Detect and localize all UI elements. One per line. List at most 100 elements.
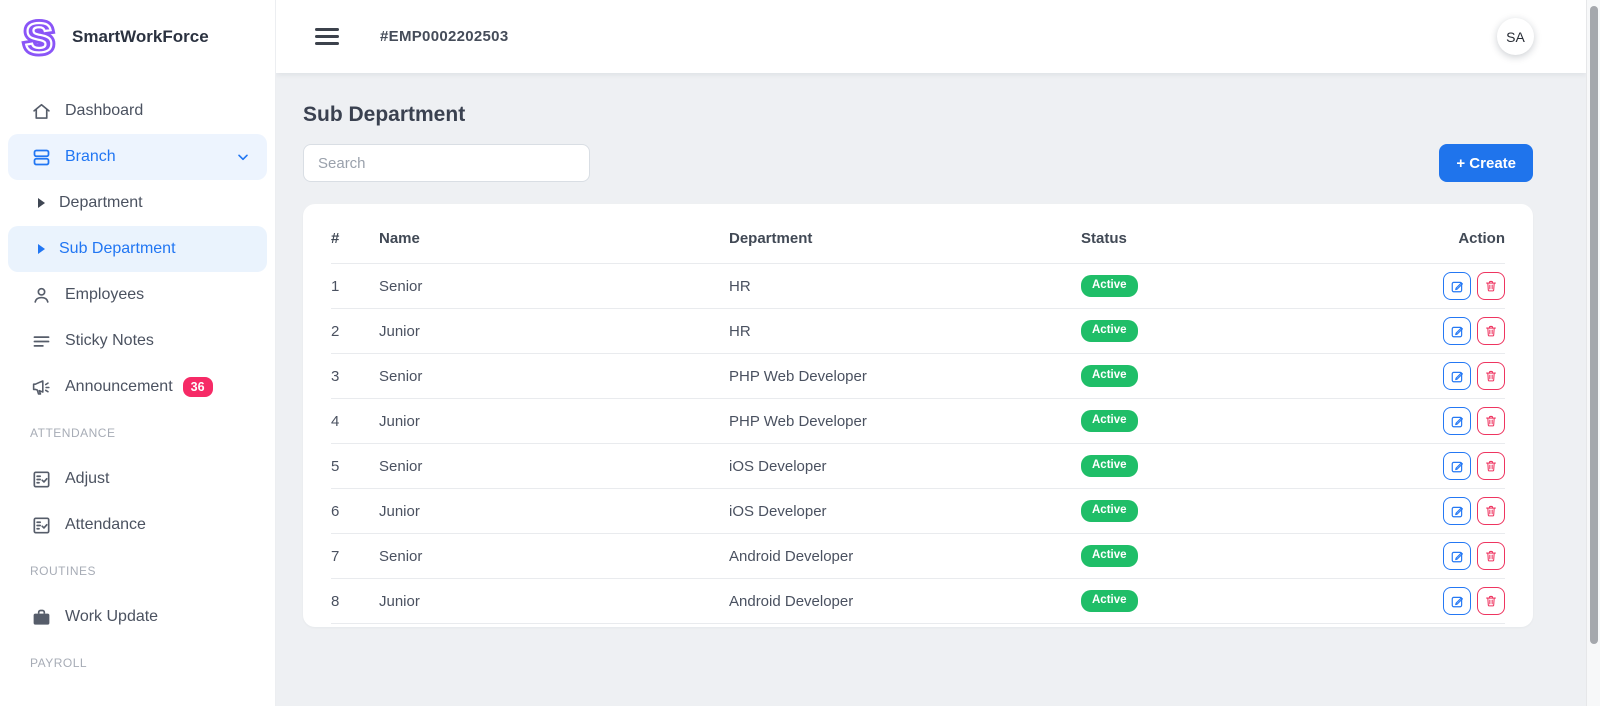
app-logo-icon: S S [16,14,62,60]
scrollbar-track [1586,0,1600,706]
sidebar-section-payroll: PAYROLL [0,640,275,686]
column-header-status: Status [1081,204,1434,264]
row-name: Senior [379,354,729,399]
status-badge: Active [1081,590,1138,612]
edit-button[interactable] [1443,407,1471,435]
brand-header: S S SmartWorkForce [0,0,275,88]
row-num: 9 [331,624,379,628]
sidebar-item-label: Employees [65,286,144,304]
edit-button[interactable] [1443,497,1471,525]
sidebar-item-branch[interactable]: Branch [8,134,267,180]
status-badge: Active [1081,410,1138,432]
announcement-count-badge: 36 [183,377,213,397]
table-row: 2 Junior HR Active [331,309,1505,354]
app-name: SmartWorkForce [72,27,209,47]
scrollbar-thumb[interactable] [1590,6,1598,644]
row-num: 2 [331,309,379,354]
svg-text:S: S [25,14,53,60]
row-num: 6 [331,489,379,534]
sidebar: S S SmartWorkForce Dashboard Branch Dep [0,0,276,706]
row-name: Junior [379,579,729,624]
row-num: 1 [331,264,379,309]
sidebar-item-attendance[interactable]: Attendance [0,502,275,548]
status-badge: Active [1081,455,1138,477]
create-button[interactable]: + Create [1439,144,1533,182]
edit-button[interactable] [1443,362,1471,390]
table-row: 3 Senior PHP Web Developer Active [331,354,1505,399]
row-department: PHP Web Developer [729,399,1081,444]
table-body: 1 Senior HR Active 2 Junior HR A [331,264,1505,628]
sidebar-item-dashboard[interactable]: Dashboard [0,88,275,134]
sidebar-section-attendance: ATTENDANCE [0,410,275,456]
row-name: Senior [379,534,729,579]
search-input[interactable] [303,144,590,182]
sidebar-item-work-update[interactable]: Work Update [0,594,275,640]
column-header-num: # [331,204,379,264]
status-badge: Active [1081,320,1138,342]
sidebar-item-department[interactable]: Department [0,180,275,226]
row-department: PHP Web Developer [729,354,1081,399]
status-badge: Active [1081,365,1138,387]
delete-button[interactable] [1477,587,1505,615]
topbar: #EMP0002202503 SA [276,0,1586,73]
megaphone-icon [30,376,52,398]
table-row: 8 Junior Android Developer Active [331,579,1505,624]
sub-department-table: # Name Department Status Action 1 Senior… [331,204,1505,627]
home-icon [30,100,52,122]
sidebar-item-employees[interactable]: Employees [0,272,275,318]
row-name: Senior [379,264,729,309]
table-row: 7 Senior Android Developer Active [331,534,1505,579]
row-department: iOS Developer [729,444,1081,489]
controls-row: + Create [303,144,1533,182]
edit-button[interactable] [1443,542,1471,570]
status-badge: Active [1081,545,1138,567]
delete-button[interactable] [1477,542,1505,570]
caret-right-icon [38,244,45,254]
delete-button[interactable] [1477,317,1505,345]
sidebar-item-label: Work Update [65,608,158,626]
edit-button[interactable] [1443,317,1471,345]
briefcase-icon [30,606,52,628]
sidebar-item-label: Department [59,194,143,212]
row-name: Senior [379,444,729,489]
delete-button[interactable] [1477,362,1505,390]
row-department: HR [729,264,1081,309]
sidebar-item-label: Sticky Notes [65,332,154,350]
delete-button[interactable] [1477,452,1505,480]
edit-button[interactable] [1443,272,1471,300]
clipboard-check-icon [30,468,52,490]
branch-icon [30,146,52,168]
row-department: Android Developer [729,534,1081,579]
sidebar-item-announcement[interactable]: Announcement 36 [0,364,275,410]
sidebar-item-label: Dashboard [65,102,143,120]
row-num: 7 [331,534,379,579]
sidebar-item-label: Sub Department [59,240,176,258]
delete-button[interactable] [1477,407,1505,435]
sidebar-item-label: Adjust [65,470,109,488]
row-department: HR [729,309,1081,354]
main-content: Sub Department + Create # Name Departmen… [276,73,1586,706]
row-department: Android Developer [729,579,1081,624]
edit-button[interactable] [1443,587,1471,615]
record-id: #EMP0002202503 [380,28,508,45]
row-department: iOS Developer [729,489,1081,534]
hamburger-menu-icon[interactable] [315,28,339,45]
sidebar-item-sub-department[interactable]: Sub Department [8,226,267,272]
delete-button[interactable] [1477,272,1505,300]
sidebar-item-adjust[interactable]: Adjust [0,456,275,502]
sidebar-item-sticky-notes[interactable]: Sticky Notes [0,318,275,364]
page-title: Sub Department [303,103,1533,127]
row-num: 8 [331,579,379,624]
sidebar-item-label: Announcement [65,378,173,396]
table-card: # Name Department Status Action 1 Senior… [303,204,1533,627]
edit-button[interactable] [1443,452,1471,480]
lines-icon [30,330,52,352]
chevron-down-icon [235,149,251,165]
caret-right-icon [38,198,45,208]
table-row: 1 Senior HR Active [331,264,1505,309]
column-header-action: Action [1434,204,1505,264]
column-header-department: Department [729,204,1081,264]
avatar[interactable]: SA [1497,18,1534,55]
table-row: 6 Junior iOS Developer Active [331,489,1505,534]
delete-button[interactable] [1477,497,1505,525]
